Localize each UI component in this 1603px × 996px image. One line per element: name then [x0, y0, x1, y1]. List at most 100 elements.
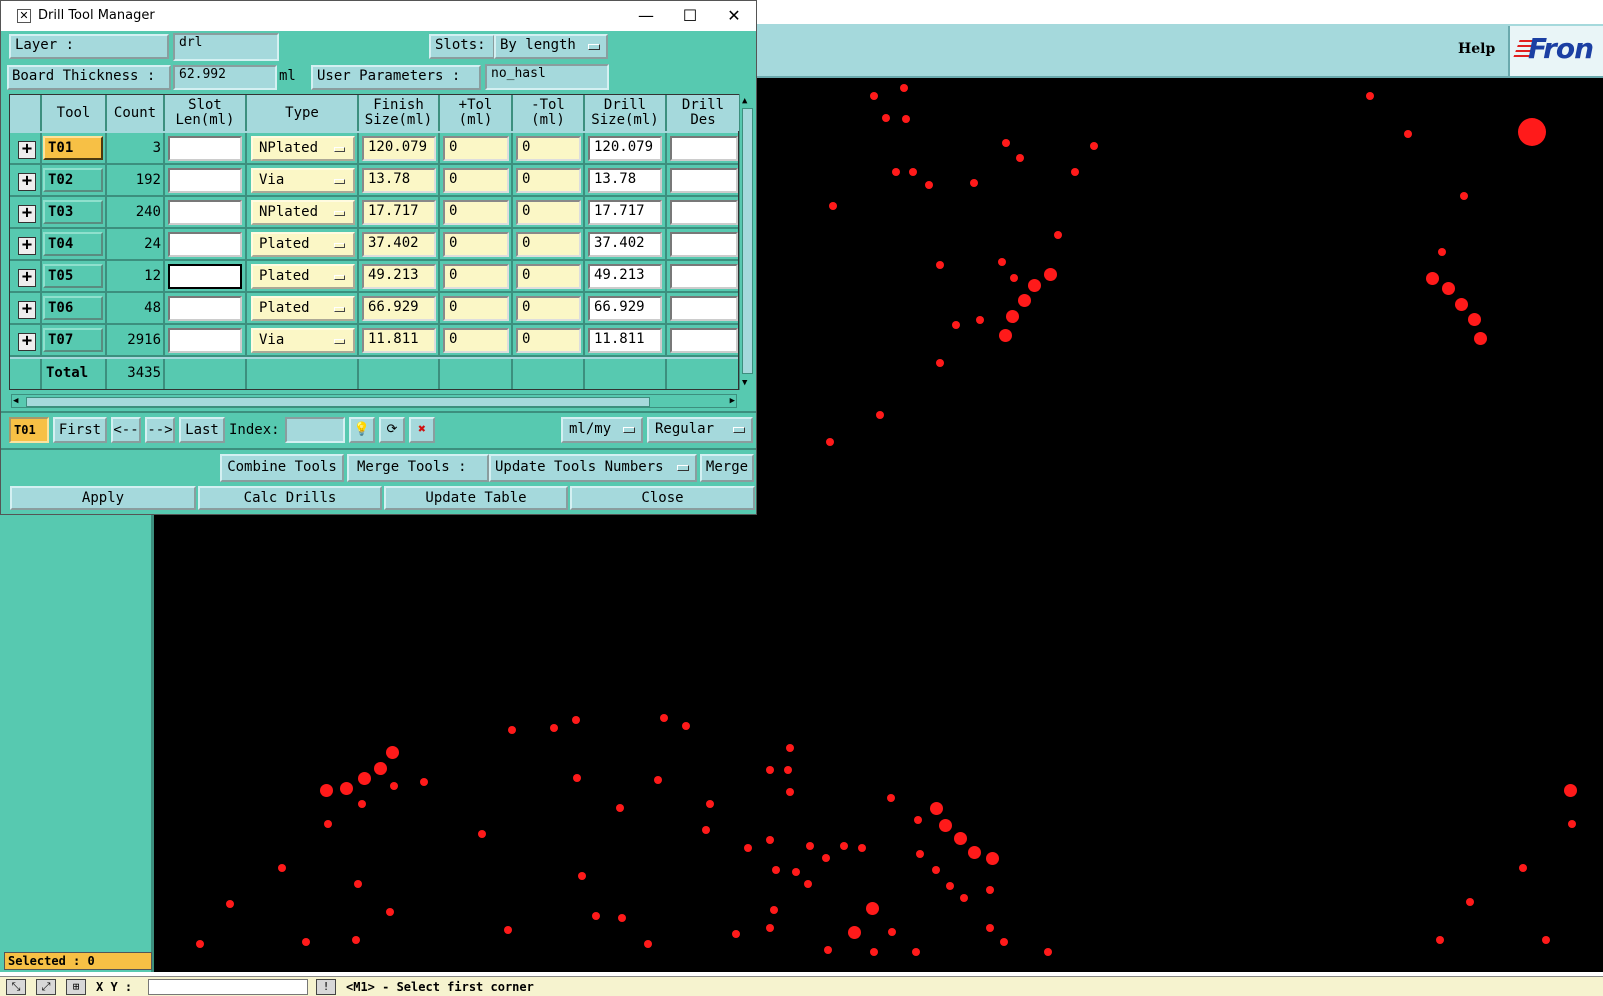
user-parameters-button[interactable]: User Parameters :	[311, 65, 481, 90]
expand-plus-icon[interactable]: +	[18, 269, 36, 287]
slot-len-input[interactable]	[168, 232, 242, 257]
combine-tools-button[interactable]: Combine Tools	[220, 454, 344, 482]
first-button[interactable]: First	[53, 417, 107, 443]
type-dropdown[interactable]: Via	[251, 328, 355, 353]
plus-tol-input[interactable]: 0	[443, 328, 509, 353]
minus-tol-input[interactable]: 0	[516, 328, 581, 353]
scroll-thumb[interactable]	[742, 108, 753, 374]
maximize-icon[interactable]: ☐	[675, 5, 705, 27]
minus-tol-input[interactable]: 0	[516, 136, 581, 161]
type-dropdown[interactable]: Plated	[251, 232, 355, 257]
expand-plus-icon[interactable]: +	[18, 301, 36, 319]
drill-des-input[interactable]	[670, 232, 738, 257]
board-thickness-input[interactable]: 62.992	[173, 65, 277, 90]
scroll-up-icon[interactable]: ▲	[742, 96, 747, 106]
table-vertical-scrollbar[interactable]: ▲ ▼	[739, 94, 754, 390]
minus-tol-input[interactable]: 0	[516, 296, 581, 321]
tool-button[interactable]: T03	[43, 200, 103, 224]
drill-size-input[interactable]: 66.929	[588, 296, 662, 321]
tool-button[interactable]: T02	[43, 168, 103, 192]
finish-size-input[interactable]: 49.213	[362, 264, 436, 289]
finish-size-input[interactable]: 37.402	[362, 232, 436, 257]
zoom-area-icon[interactable]: ⤢	[36, 979, 56, 995]
minus-tol-input[interactable]: 0	[516, 232, 581, 257]
minus-tol-input[interactable]: 0	[516, 264, 581, 289]
slot-len-input[interactable]	[168, 328, 242, 353]
delete-icon[interactable]: ✖	[409, 417, 435, 443]
minus-tol-input[interactable]: 0	[516, 200, 581, 225]
drill-size-input[interactable]: 11.811	[588, 328, 662, 353]
tool-button[interactable]: T07	[43, 328, 103, 352]
mode-dropdown[interactable]: Regular	[647, 417, 753, 443]
prev-button[interactable]: <--	[111, 417, 141, 443]
close-button[interactable]: Close	[570, 486, 755, 510]
merge-button[interactable]: Merge	[700, 454, 754, 482]
slot-len-input[interactable]	[168, 296, 242, 321]
finish-size-input[interactable]: 11.811	[362, 328, 436, 353]
type-dropdown[interactable]: NPlated	[251, 136, 355, 161]
last-button[interactable]: Last	[179, 417, 225, 443]
finish-size-input[interactable]: 120.079	[362, 136, 436, 161]
finish-size-input[interactable]: 13.78	[362, 168, 436, 193]
drill-des-input[interactable]	[670, 264, 738, 289]
drill-des-input[interactable]	[670, 200, 738, 225]
drill-size-input[interactable]: 120.079	[588, 136, 662, 161]
plus-tol-input[interactable]: 0	[443, 232, 509, 257]
expand-plus-icon[interactable]: +	[18, 141, 36, 159]
apply-button[interactable]: Apply	[10, 486, 196, 510]
help-menu[interactable]: Help	[1458, 41, 1495, 57]
plus-tol-input[interactable]: 0	[443, 264, 509, 289]
minus-tol-input[interactable]: 0	[516, 168, 581, 193]
layer-label-button[interactable]: Layer :	[9, 34, 169, 59]
type-dropdown[interactable]: Via	[251, 168, 355, 193]
close-icon[interactable]: ✕	[719, 5, 749, 27]
drill-des-input[interactable]	[670, 296, 738, 321]
info-icon[interactable]: !	[316, 979, 336, 995]
grid-icon[interactable]: ⊞	[66, 979, 86, 995]
drill-size-input[interactable]: 17.717	[588, 200, 662, 225]
expand-plus-icon[interactable]: +	[18, 173, 36, 191]
expand-plus-icon[interactable]: +	[18, 237, 36, 255]
drill-des-input[interactable]	[670, 168, 738, 193]
refresh-icon[interactable]: ⟳	[379, 417, 405, 443]
type-dropdown[interactable]: Plated	[251, 296, 355, 321]
finish-size-input[interactable]: 66.929	[362, 296, 436, 321]
tool-button[interactable]: T05	[43, 264, 103, 288]
tool-button[interactable]: T06	[43, 296, 103, 320]
next-button[interactable]: -->	[145, 417, 175, 443]
expand-plus-icon[interactable]: +	[18, 205, 36, 223]
lightbulb-icon[interactable]: 💡	[349, 417, 375, 443]
slots-dropdown[interactable]: By length	[494, 34, 608, 59]
layer-input[interactable]: drl	[173, 33, 279, 61]
table-horizontal-scrollbar[interactable]: ◀ ▶	[11, 394, 737, 408]
hscroll-thumb[interactable]	[26, 397, 650, 407]
type-dropdown[interactable]: NPlated	[251, 200, 355, 225]
plus-tol-input[interactable]: 0	[443, 296, 509, 321]
update-table-button[interactable]: Update Table	[384, 486, 568, 510]
plus-tol-input[interactable]: 0	[443, 136, 509, 161]
xy-input[interactable]	[148, 979, 308, 995]
slot-len-input[interactable]	[168, 136, 242, 161]
minimize-icon[interactable]: —	[631, 5, 661, 27]
finish-size-input[interactable]: 17.717	[362, 200, 436, 225]
drill-size-input[interactable]: 49.213	[588, 264, 662, 289]
units-dropdown[interactable]: ml/my	[561, 417, 643, 443]
slot-len-input[interactable]	[168, 264, 242, 289]
drill-des-input[interactable]	[670, 136, 738, 161]
tool-button[interactable]: T01	[43, 136, 103, 160]
plus-tol-input[interactable]: 0	[443, 200, 509, 225]
calc-drills-button[interactable]: Calc Drills	[198, 486, 382, 510]
tool-button[interactable]: T04	[43, 232, 103, 256]
drill-size-input[interactable]: 13.78	[588, 168, 662, 193]
title-bar[interactable]: ✕ Drill Tool Manager — ☐ ✕	[1, 1, 756, 31]
expand-plus-icon[interactable]: +	[18, 333, 36, 351]
drill-des-input[interactable]	[670, 328, 738, 353]
scroll-right-icon[interactable]: ▶	[730, 395, 735, 407]
user-parameters-input[interactable]: no_hasl	[485, 64, 609, 90]
zoom-fit-icon[interactable]: ⤡	[6, 979, 26, 995]
type-dropdown[interactable]: Plated	[251, 264, 355, 289]
scroll-left-icon[interactable]: ◀	[13, 395, 18, 407]
drill-size-input[interactable]: 37.402	[588, 232, 662, 257]
slot-len-input[interactable]	[168, 168, 242, 193]
plus-tol-input[interactable]: 0	[443, 168, 509, 193]
